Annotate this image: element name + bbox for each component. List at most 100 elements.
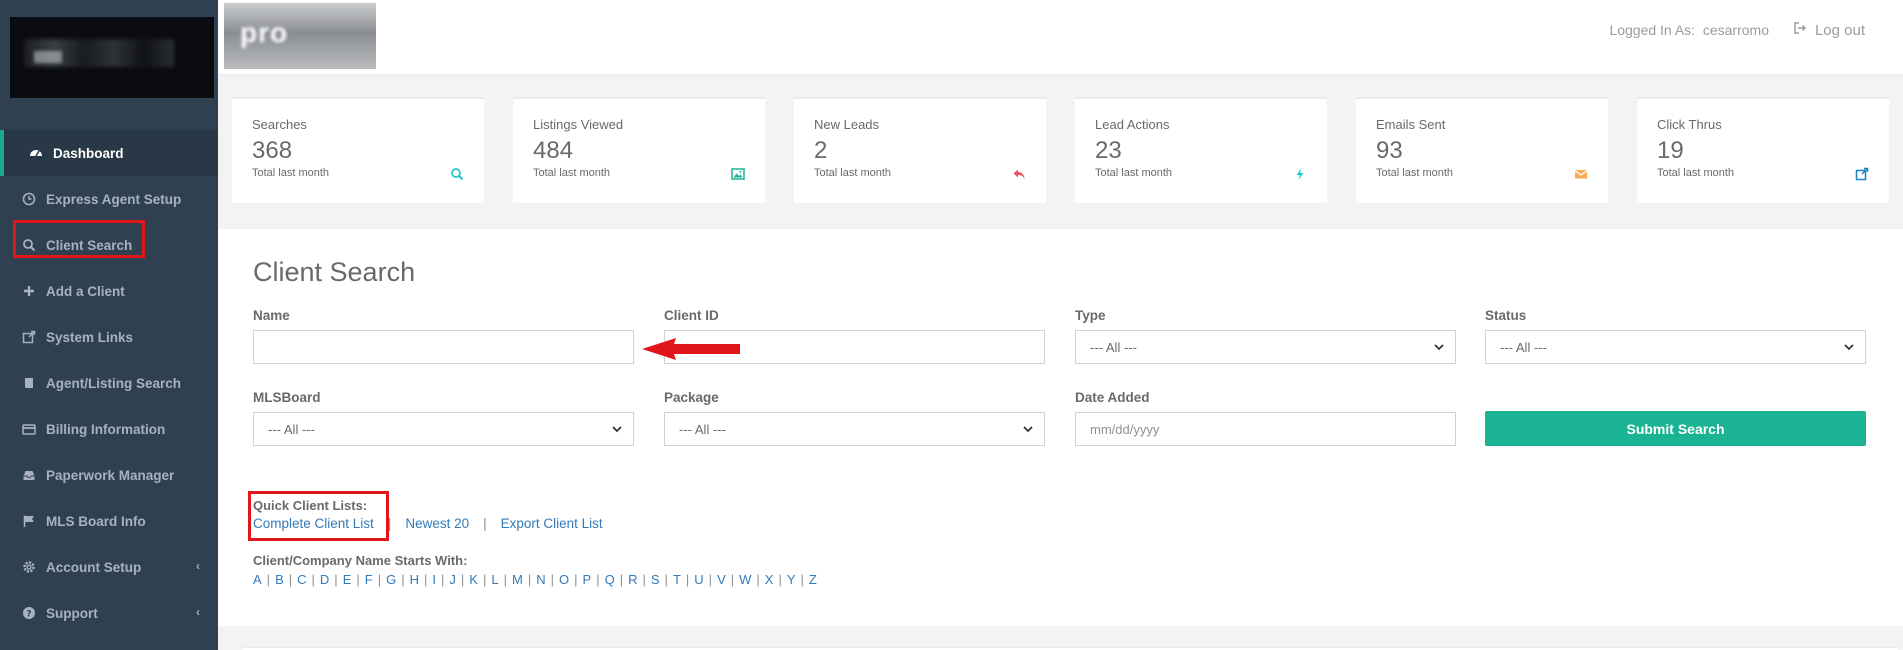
sidebar-item-label: Paperwork Manager	[46, 467, 175, 483]
letter-link-a[interactable]: A	[253, 572, 262, 587]
type-label: Type	[1075, 308, 1106, 323]
letter-link-s[interactable]: S	[651, 572, 660, 587]
separator: |	[441, 572, 445, 587]
letter-link-r[interactable]: R	[628, 572, 637, 587]
sidebar-item-dashboard[interactable]: Dashboard	[0, 130, 218, 176]
name-input[interactable]	[253, 330, 634, 364]
credit-card-icon	[22, 422, 36, 436]
stat-label: Listings Viewed	[533, 117, 624, 132]
svg-text:?: ?	[26, 610, 31, 620]
mlsboard-select[interactable]: --- All ---	[253, 412, 634, 446]
stat-subtext: Total last month	[814, 167, 892, 179]
sidebar-item-label: Add a Client	[46, 283, 125, 299]
sidebar-item-billing-information[interactable]: Billing Information	[0, 406, 218, 452]
letter-link-k[interactable]: K	[469, 572, 478, 587]
separator: |	[642, 572, 646, 587]
letter-link-g[interactable]: G	[386, 572, 396, 587]
export-client-list-link[interactable]: Export Client List	[501, 516, 603, 531]
chevron-down-icon	[611, 423, 623, 438]
stat-value: 2	[814, 137, 828, 164]
reply-icon	[1012, 167, 1026, 181]
letter-link-f[interactable]: F	[365, 572, 373, 587]
sidebar-item-label: Support	[46, 605, 98, 621]
date-added-input[interactable]: mm/dd/yyyy	[1075, 412, 1456, 446]
stat-subtext: Total last month	[1657, 167, 1735, 179]
sidebar-item-label: Express Agent Setup	[46, 191, 182, 207]
separator: |	[266, 572, 271, 587]
stat-value: 368	[252, 137, 293, 164]
stat-label: Searches	[252, 117, 307, 132]
letter-link-c[interactable]: C	[297, 572, 306, 587]
sidebar-item-express-agent-setup[interactable]: Express Agent Setup	[0, 176, 218, 222]
letter-link-o[interactable]: O	[559, 572, 569, 587]
sign-out-icon	[1793, 21, 1807, 39]
bolt-icon	[1293, 167, 1307, 181]
separator: |	[596, 572, 600, 587]
letter-link-u[interactable]: U	[694, 572, 703, 587]
sidebar-item-agent-listing-search[interactable]: Agent/Listing Search	[0, 360, 218, 406]
package-label: Package	[664, 390, 719, 405]
logout-label: Log out	[1814, 21, 1865, 39]
letter-link-d[interactable]: D	[320, 572, 329, 587]
separator: |	[800, 572, 804, 587]
status-select-value: --- All ---	[1500, 339, 1547, 355]
username: cesarromo	[1702, 22, 1769, 38]
sidebar-item-account-setup[interactable]: Account Setup ‹	[0, 544, 218, 590]
stat-card-click-thrus: Click Thrus 19 Total last month	[1637, 97, 1889, 203]
separator: |	[377, 572, 382, 587]
separator: |	[708, 572, 713, 587]
sidebar-item-add-client[interactable]: Add a Client	[0, 268, 218, 314]
sidebar-item-support[interactable]: ? Support ‹	[0, 590, 218, 636]
letter-link-m[interactable]: M	[512, 572, 523, 587]
submit-search-button[interactable]: Submit Search	[1485, 411, 1866, 446]
letter-link-x[interactable]: X	[765, 572, 774, 587]
sidebar: Dashboard Express Agent Setup Client Sea…	[0, 0, 218, 650]
letter-link-j[interactable]: J	[449, 572, 456, 587]
type-select[interactable]: --- All ---	[1075, 330, 1456, 364]
sidebar-item-mls-board-info[interactable]: MLS Board Info	[0, 498, 218, 544]
separator: |	[401, 572, 405, 587]
quick-lists-title: Quick Client Lists:	[253, 498, 368, 513]
letter-link-p[interactable]: P	[583, 572, 592, 587]
separator: |	[424, 572, 428, 587]
package-select[interactable]: --- All ---	[664, 412, 1045, 446]
sidebar-item-label: Billing Information	[46, 421, 166, 437]
book-icon	[22, 376, 36, 390]
sidebar-item-paperwork-manager[interactable]: Paperwork Manager	[0, 452, 218, 498]
letter-link-z[interactable]: Z	[809, 572, 817, 587]
logged-in-status: Logged In As: cesarromo	[1609, 22, 1769, 38]
sidebar-item-system-links[interactable]: System Links	[0, 314, 218, 360]
sidebar-item-label: Account Setup	[46, 559, 142, 575]
letter-link-y[interactable]: Y	[787, 572, 796, 587]
complete-client-list-link[interactable]: Complete Client List	[253, 516, 374, 531]
stat-card-listings-viewed: Listings Viewed 484 Total last month	[513, 97, 765, 203]
status-select[interactable]: --- All ---	[1485, 330, 1866, 364]
letter-link-h[interactable]: H	[410, 572, 419, 587]
logout-link[interactable]: Log out	[1793, 21, 1865, 39]
letter-link-b[interactable]: B	[275, 572, 284, 587]
stat-subtext: Total last month	[1095, 167, 1173, 179]
separator: |	[730, 572, 735, 587]
letter-link-i[interactable]: I	[432, 572, 436, 587]
sidebar-item-label: Agent/Listing Search	[46, 375, 182, 391]
letter-link-q[interactable]: Q	[605, 572, 615, 587]
letter-link-l[interactable]: L	[491, 572, 498, 587]
separator: |	[574, 572, 578, 587]
letter-link-v[interactable]: V	[717, 572, 726, 587]
envelope-icon	[1574, 167, 1588, 181]
letter-link-n[interactable]: N	[536, 572, 545, 587]
stat-label: Lead Actions	[1095, 117, 1170, 132]
sidebar-item-label: System Links	[46, 329, 134, 345]
question-circle-icon: ?	[22, 606, 36, 620]
newest-20-link[interactable]: Newest 20	[405, 516, 469, 531]
annotation-arrow-icon	[642, 338, 740, 360]
flag-icon	[22, 514, 36, 528]
brand-logo: pro	[224, 3, 376, 69]
letter-link-t[interactable]: T	[673, 572, 681, 587]
stat-label: Click Thrus	[1657, 117, 1722, 132]
letter-link-e[interactable]: E	[343, 572, 352, 587]
stat-value: 484	[533, 137, 574, 164]
chevron-left-icon: ‹	[196, 559, 200, 573]
stat-subtext: Total last month	[1376, 167, 1454, 179]
letter-link-w[interactable]: W	[739, 572, 751, 587]
